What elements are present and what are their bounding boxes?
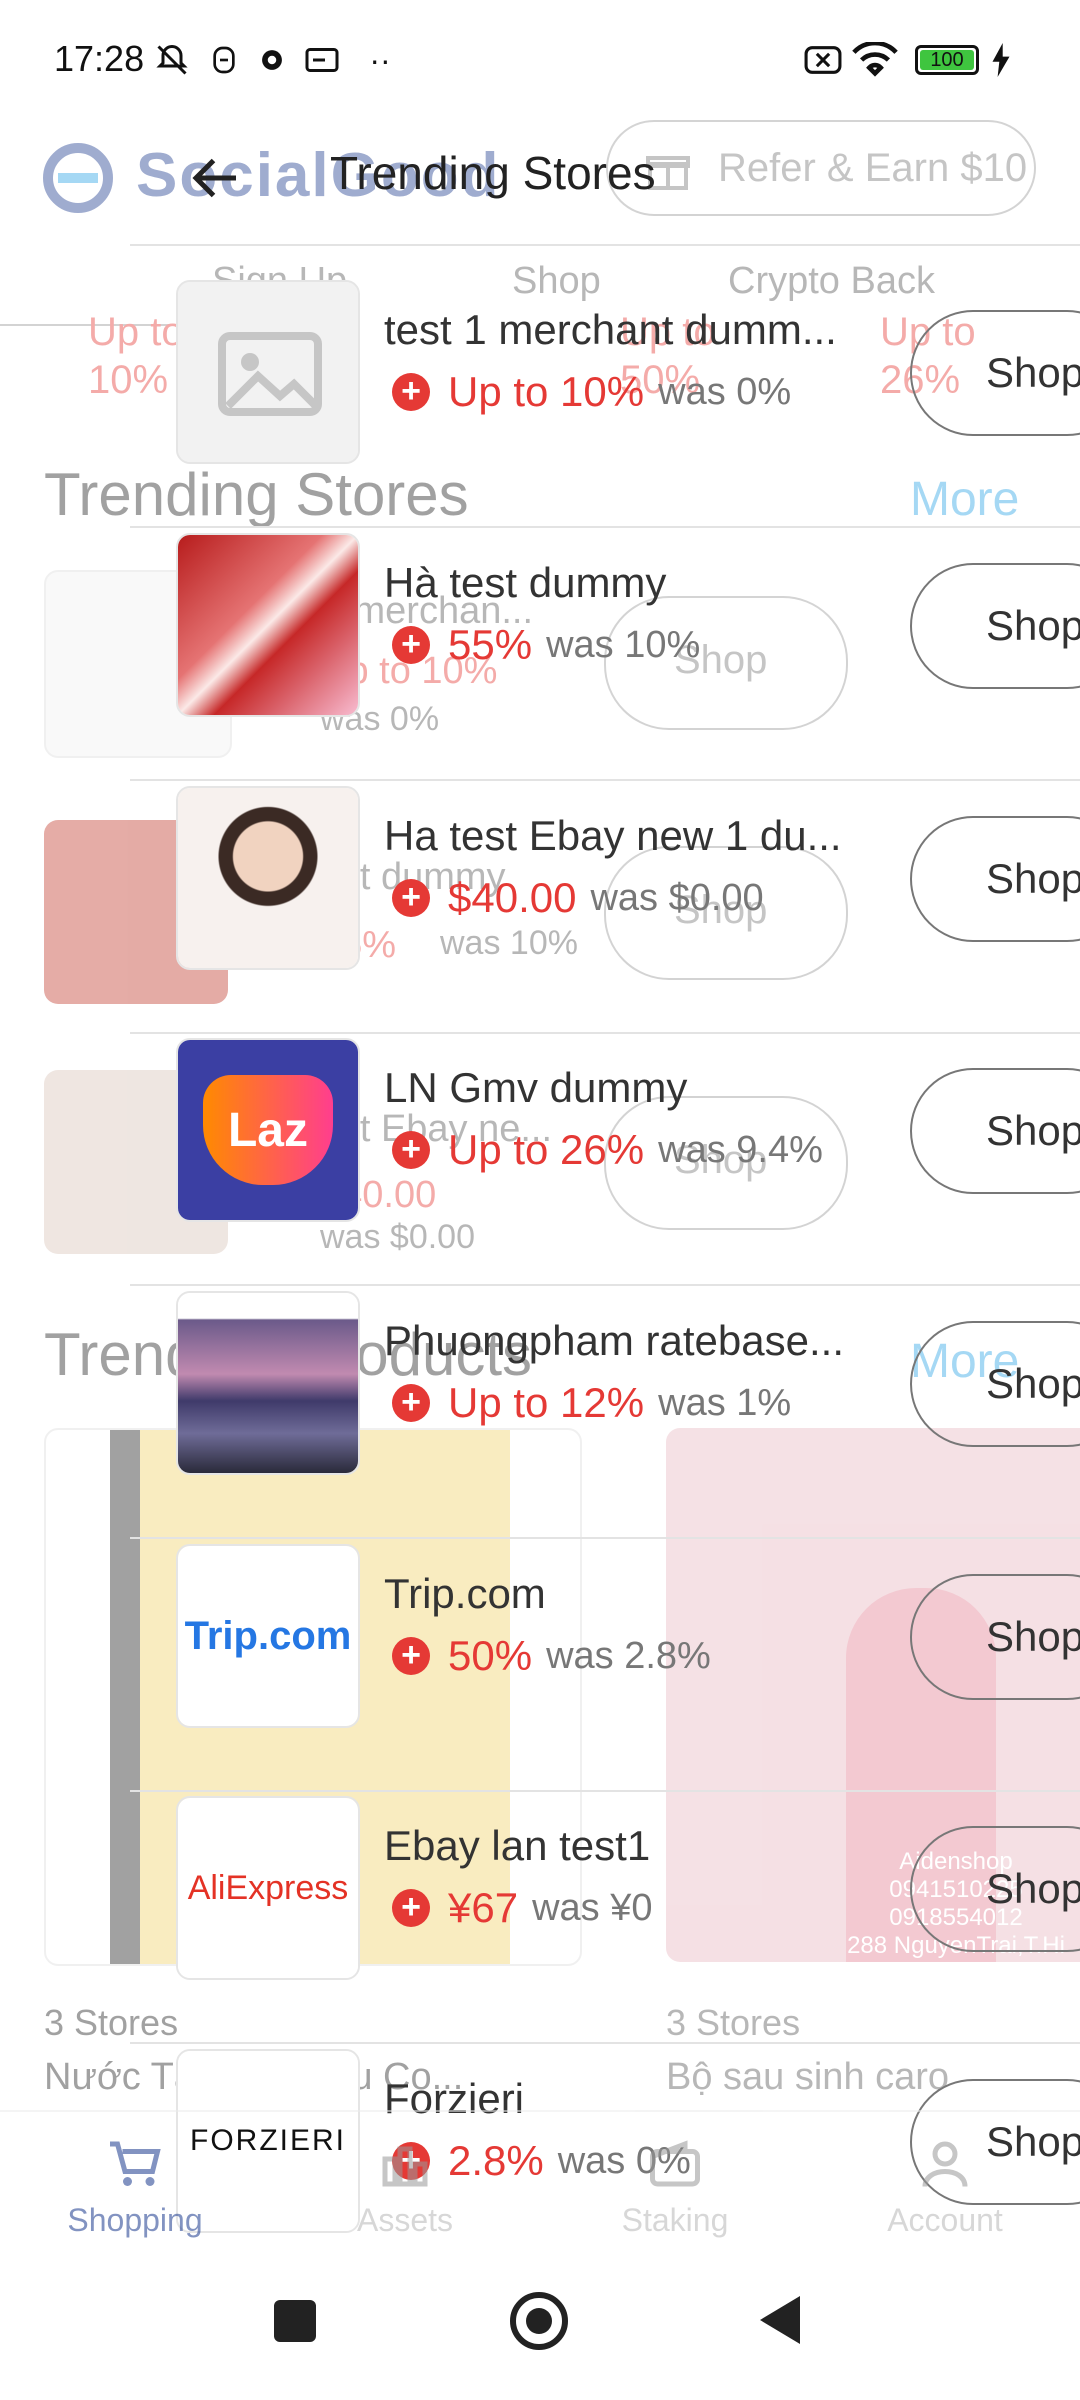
store-thumbnail: AliExpress	[176, 1796, 360, 1980]
store-thumbnail	[176, 533, 360, 717]
store-rate-line: +50% was 2.8%	[392, 1632, 711, 1680]
card-icon	[302, 40, 342, 80]
nav-shopping-label: Shopping	[67, 2202, 203, 2238]
wifi-icon	[850, 40, 900, 80]
row-divider	[130, 1032, 1080, 1034]
shop-button[interactable]: Shop	[910, 563, 1080, 689]
store-thumbnail	[176, 1291, 360, 1475]
battery-icon: 100	[910, 40, 984, 80]
store-rate-line: + Up to 12% was 1%	[392, 1379, 791, 1427]
store-was-rate: was 2.8%	[546, 1634, 711, 1677]
store-name: test 1 merchant dumm...	[384, 306, 837, 353]
shop-button[interactable]: Shop	[910, 1826, 1080, 1952]
shop-button-label: Shop	[986, 1613, 1080, 1660]
chart-icon	[375, 2134, 435, 2194]
row-divider	[130, 2042, 1080, 2044]
recents-button[interactable]	[274, 2300, 316, 2342]
gear-icon	[252, 40, 292, 80]
store-rate: 50%	[448, 1632, 533, 1679]
nav-account-label: Account	[887, 2202, 1003, 2238]
plus-circle-icon: +	[392, 1889, 430, 1927]
store-rate: Up to 26%	[448, 1126, 645, 1173]
shop-button[interactable]: Shop	[910, 1574, 1080, 1700]
plus-circle-icon: +	[392, 373, 430, 411]
store-was-rate: was 1%	[658, 1381, 792, 1424]
shop-button[interactable]: Shop	[910, 1321, 1080, 1447]
store-rate: Up to 12%	[448, 1379, 645, 1426]
nav-staking[interactable]: Staking	[540, 2112, 810, 2252]
store-rate: ¥67	[448, 1884, 519, 1931]
store-thumbnail: Laz	[176, 1038, 360, 1222]
store-name: Ebay lan test1	[384, 1822, 651, 1869]
status-bar: 17:28 ·· 100	[0, 0, 1080, 120]
shop-button[interactable]: Shop	[910, 816, 1080, 942]
sim-x-icon	[800, 40, 846, 80]
system-nav-bar	[0, 2250, 1080, 2400]
store-was-rate: was 9.4%	[658, 1128, 823, 1171]
plus-circle-icon: +	[392, 1131, 430, 1169]
store-name: Hà test dummy	[384, 559, 667, 606]
store-name: Ha test Ebay new 1 du...	[384, 812, 842, 859]
shop-button-label: Shop	[986, 602, 1080, 649]
home-button[interactable]	[510, 2292, 568, 2350]
store-rate-line: +55% was 10%	[392, 621, 700, 669]
back-button[interactable]	[760, 2296, 800, 2344]
mute-bell-icon	[152, 40, 192, 80]
store-rate-line: + ¥67 was ¥0	[392, 1884, 652, 1932]
store-rate-line: + $40.00 was $0.00	[392, 874, 764, 922]
store-thumbnail	[176, 786, 360, 970]
nav-assets[interactable]: Assets	[270, 2112, 540, 2252]
shop-button-label: Shop	[986, 1865, 1080, 1912]
wallet-icon	[645, 2134, 705, 2194]
store-name: Trip.com	[384, 1570, 546, 1617]
face-icon	[204, 40, 244, 80]
store-rate: 55%	[448, 621, 533, 668]
shop-button-label: Shop	[986, 855, 1080, 902]
row-divider	[130, 779, 1080, 781]
plus-circle-icon: +	[392, 626, 430, 664]
store-was-rate: was $0.00	[590, 876, 764, 919]
nav-staking-label: Staking	[621, 2202, 729, 2238]
store-was-rate: was 10%	[546, 623, 701, 666]
shop-button-label: Shop	[986, 1360, 1080, 1407]
nav-account[interactable]: Account	[810, 2112, 1080, 2252]
row-divider	[130, 1284, 1080, 1286]
shop-button[interactable]: Shop	[910, 1068, 1080, 1194]
store-rate-line: + Up to 26% was 9.4%	[392, 1126, 823, 1174]
header-divider	[130, 244, 1080, 246]
trip-logo-text: Trip.com	[178, 1546, 358, 1726]
cart-icon	[105, 2134, 165, 2194]
store-was-rate: was ¥0	[532, 1886, 653, 1929]
plus-circle-icon: +	[392, 1384, 430, 1422]
more-dots-icon: ··	[369, 41, 391, 78]
shop-button-label: Shop	[986, 349, 1080, 396]
aliexpress-logo-text: AliExpress	[178, 1798, 358, 1978]
arrow-left-icon[interactable]	[186, 148, 246, 208]
store-was-rate: was 0%	[658, 370, 792, 413]
store-rate: $40.00	[448, 874, 577, 921]
plus-circle-icon: +	[392, 879, 430, 917]
battery-level: 100	[920, 50, 974, 71]
store-thumbnail: Trip.com	[176, 1544, 360, 1728]
charging-icon	[986, 40, 1016, 80]
nav-assets-label: Assets	[356, 2202, 454, 2238]
status-time: 17:28	[54, 38, 145, 79]
store-rate: Up to 10%	[448, 368, 645, 415]
trending-stores-screen: Trending Stores test 1 merchant dumm... +…	[0, 120, 1080, 2400]
row-divider	[130, 1537, 1080, 1539]
store-thumbnail	[176, 280, 360, 464]
nav-shopping[interactable]: Shopping	[0, 2112, 270, 2252]
plus-circle-icon: +	[392, 1637, 430, 1675]
bottom-nav: Shopping Assets Staking Account	[0, 2110, 1080, 2252]
store-name: Phuongpham ratebase...	[384, 1317, 844, 1364]
store-name: LN Gmv dummy	[384, 1064, 688, 1111]
shop-button[interactable]: Shop	[910, 310, 1080, 436]
store-rate-line: + Up to 10% was 0%	[392, 368, 791, 416]
shop-button-label: Shop	[986, 1107, 1080, 1154]
laz-logo-text: Laz	[203, 1075, 333, 1185]
person-icon	[915, 2134, 975, 2194]
row-divider	[130, 1790, 1080, 1792]
row-divider	[130, 526, 1080, 528]
page-title: Trending Stores	[330, 147, 656, 199]
